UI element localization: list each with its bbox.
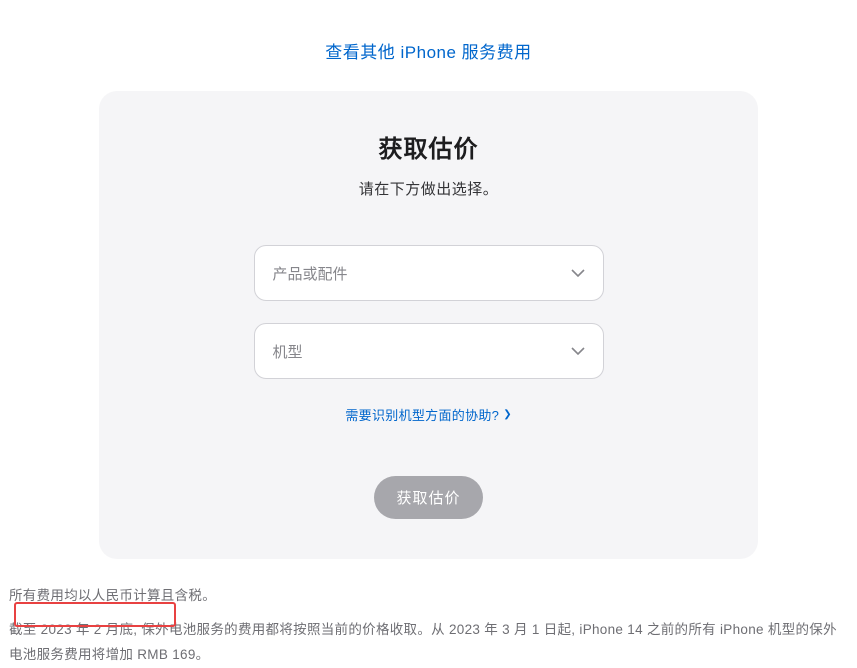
help-link-container: 需要识别机型方面的协助? ❯ [345, 405, 511, 424]
get-estimate-button[interactable]: 获取估价 [374, 476, 482, 519]
product-select-placeholder: 产品或配件 [273, 263, 585, 284]
model-select[interactable]: 机型 [254, 323, 604, 379]
chevron-down-icon [571, 347, 585, 355]
card-title: 获取估价 [139, 129, 718, 164]
top-link-container: 查看其他 iPhone 服务费用 [0, 0, 857, 91]
chevron-right-icon: ❯ [503, 409, 511, 420]
model-select-wrapper: 机型 [254, 323, 604, 379]
estimate-card: 获取估价 请在下方做出选择。 产品或配件 机型 需要识别机型方面的协助? ❯ 获… [99, 91, 758, 559]
identify-model-help-link[interactable]: 需要识别机型方面的协助? [345, 405, 499, 424]
product-select[interactable]: 产品或配件 [254, 245, 604, 301]
footer-notes: 所有费用均以人民币计算且含税。 截至 2023 年 2 月底, 保外电池服务的费… [0, 559, 857, 668]
footer-line-1: 所有费用均以人民币计算且含税。 [9, 583, 848, 609]
other-services-link[interactable]: 查看其他 iPhone 服务费用 [325, 43, 531, 62]
chevron-down-icon [571, 269, 585, 277]
footer-line-2: 截至 2023 年 2 月底, 保外电池服务的费用都将按照当前的价格收取。从 2… [9, 617, 848, 668]
model-select-placeholder: 机型 [273, 341, 585, 362]
submit-container: 获取估价 [139, 476, 718, 519]
card-subtitle: 请在下方做出选择。 [139, 178, 718, 199]
product-select-wrapper: 产品或配件 [254, 245, 604, 301]
